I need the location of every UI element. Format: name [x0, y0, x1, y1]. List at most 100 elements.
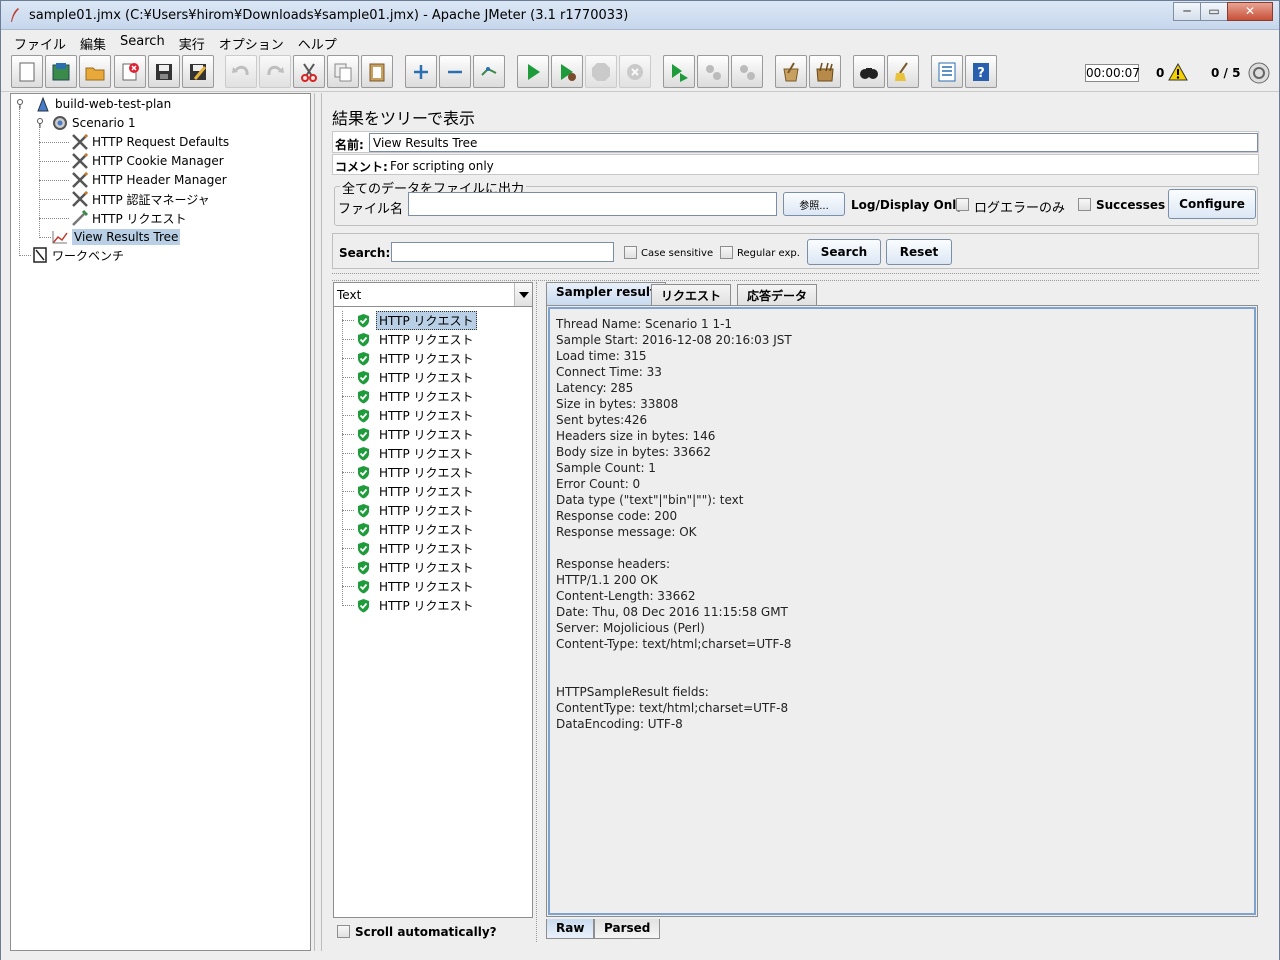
sampler-result-text[interactable]: Thread Name: Scenario 1 1-1 Sample Start:…	[546, 305, 1258, 917]
results-list[interactable]: Text HTTP リクエスト HTTP リクエスト HTTP リクエスト HTTP …	[333, 282, 533, 918]
main-splitter[interactable]	[314, 93, 322, 951]
tree-node-view-results-tree[interactable]: View Results Tree	[51, 228, 181, 246]
clear-all-button[interactable]	[809, 55, 841, 88]
tree-node-auth-manager[interactable]: HTTP 認証マネージャ	[71, 190, 210, 208]
renderer-select[interactable]: Text	[334, 283, 532, 307]
result-item[interactable]: HTTP リクエスト	[356, 596, 477, 614]
results-vertical-splitter[interactable]	[536, 282, 544, 942]
function-helper-button[interactable]	[931, 55, 963, 88]
comment-label: コメント:	[335, 160, 388, 174]
result-item[interactable]: HTTP リクエスト	[356, 387, 477, 405]
start-no-pause-button[interactable]	[551, 55, 583, 88]
minimize-button[interactable]: ─	[1173, 2, 1201, 21]
search-panel: Search: Case sensitive Regular exp. Sear…	[332, 233, 1259, 269]
scroll-auto-checkbox[interactable]	[337, 925, 350, 938]
open-button[interactable]	[79, 55, 111, 88]
save-as-button[interactable]	[182, 55, 214, 88]
result-text-line: Response message: OK	[556, 525, 697, 539]
tab-sampler-result[interactable]: Sampler result	[546, 282, 666, 305]
errors-only-label: ログエラーのみ	[974, 201, 1066, 216]
results-splitter[interactable]	[332, 273, 1259, 281]
name-field[interactable]: View Results Tree	[369, 133, 1258, 152]
shutdown-button[interactable]	[619, 55, 651, 88]
menu-file[interactable]: ファイル	[7, 31, 73, 53]
comment-field[interactable]: For scripting only	[390, 159, 494, 173]
result-item[interactable]: HTTP リクエスト	[356, 539, 477, 557]
copy-icon	[334, 63, 352, 81]
stop-button[interactable]	[585, 55, 617, 88]
result-item[interactable]: HTTP リクエスト	[356, 482, 477, 500]
tree-node-http-request[interactable]: HTTP リクエスト	[71, 209, 187, 227]
tree-collapse-handle[interactable]	[35, 118, 45, 128]
case-sensitive-checkbox[interactable]	[624, 246, 637, 259]
test-plan-tree[interactable]: build-web-test-plan Scenario 1 HTTP Requ…	[10, 93, 311, 951]
start-button[interactable]	[517, 55, 549, 88]
search-submit-button[interactable]: Search	[807, 239, 881, 265]
close-window-button[interactable]: ✕	[1227, 2, 1273, 21]
remote-stop-button[interactable]	[697, 55, 729, 88]
result-item[interactable]: HTTP リクエスト	[356, 444, 477, 462]
redo-button[interactable]	[259, 55, 291, 88]
result-item[interactable]: HTTP リクエスト	[356, 330, 477, 348]
title-bar[interactable]: sample01.jmx (C:¥Users¥hirom¥Downloads¥s…	[1, 1, 1279, 30]
chevron-down-icon[interactable]	[514, 283, 532, 306]
tree-node-workbench[interactable]: ワークベンチ	[31, 246, 124, 264]
tree-node-thread-group[interactable]: Scenario 1	[51, 114, 136, 132]
result-item[interactable]: HTTP リクエスト	[356, 406, 477, 424]
browse-button[interactable]: 参照...	[783, 192, 845, 216]
reset-search-button[interactable]	[887, 55, 919, 88]
clear-button[interactable]	[775, 55, 807, 88]
menu-run[interactable]: 実行	[172, 31, 212, 53]
application-window: sample01.jmx (C:¥Users¥hirom¥Downloads¥s…	[0, 0, 1280, 960]
regex-checkbox[interactable]	[720, 246, 733, 259]
remote-shutdown-button[interactable]	[731, 55, 763, 88]
new-button[interactable]	[11, 55, 43, 88]
expand-all-button[interactable]	[405, 55, 437, 88]
help-button[interactable]: ?	[965, 55, 997, 88]
tab-request[interactable]: リクエスト	[651, 284, 732, 305]
result-item[interactable]: HTTP リクエスト	[356, 501, 477, 519]
result-item[interactable]: HTTP リクエスト	[356, 520, 477, 538]
undo-button[interactable]	[225, 55, 257, 88]
result-item[interactable]: HTTP リクエスト	[356, 577, 477, 595]
tree-node-cookie-manager[interactable]: HTTP Cookie Manager	[71, 152, 224, 170]
save-button[interactable]	[148, 55, 180, 88]
result-item[interactable]: HTTP リクエスト	[356, 463, 477, 481]
close-button[interactable]	[114, 55, 146, 88]
tab-raw[interactable]: Raw	[546, 919, 595, 939]
menu-edit[interactable]: 編集	[73, 31, 113, 53]
tab-response-data[interactable]: 応答データ	[737, 284, 818, 305]
collapse-all-button[interactable]	[439, 55, 471, 88]
result-item-label: HTTP リクエスト	[376, 310, 477, 330]
cut-button[interactable]	[293, 55, 325, 88]
tree-node-test-plan[interactable]: build-web-test-plan	[34, 95, 171, 113]
tree-collapse-handle[interactable]	[15, 99, 25, 109]
search-button[interactable]	[853, 55, 885, 88]
templates-button[interactable]	[45, 55, 77, 88]
successes-checkbox[interactable]	[1078, 198, 1091, 211]
menu-options[interactable]: オプション	[212, 31, 291, 53]
paste-button[interactable]	[361, 55, 393, 88]
tree-node-http-request-defaults[interactable]: HTTP Request Defaults	[71, 133, 229, 151]
status-line	[1, 952, 1279, 960]
result-item[interactable]: HTTP リクエスト	[356, 368, 477, 386]
maximize-button[interactable]: ▭	[1200, 2, 1228, 21]
result-item[interactable]: HTTP リクエスト	[356, 558, 477, 576]
result-item[interactable]: HTTP リクエスト	[356, 349, 477, 367]
clear-all-icon	[816, 62, 834, 81]
toggle-button[interactable]	[473, 55, 505, 88]
menu-help[interactable]: ヘルプ	[291, 31, 344, 53]
search-input[interactable]	[391, 242, 614, 262]
warning-icon[interactable]	[1168, 62, 1188, 82]
reset-button[interactable]: Reset	[886, 239, 952, 265]
tab-parsed[interactable]: Parsed	[594, 919, 661, 939]
filename-field[interactable]	[408, 192, 777, 216]
errors-only-checkbox[interactable]	[956, 198, 969, 211]
menu-search[interactable]: Search	[113, 31, 172, 52]
result-item[interactable]: HTTP リクエスト	[356, 425, 477, 443]
configure-button[interactable]: Configure	[1168, 189, 1256, 219]
tree-node-header-manager[interactable]: HTTP Header Manager	[71, 171, 227, 189]
result-item[interactable]: HTTP リクエスト	[356, 310, 477, 330]
copy-button[interactable]	[327, 55, 359, 88]
remote-start-button[interactable]	[663, 55, 695, 88]
